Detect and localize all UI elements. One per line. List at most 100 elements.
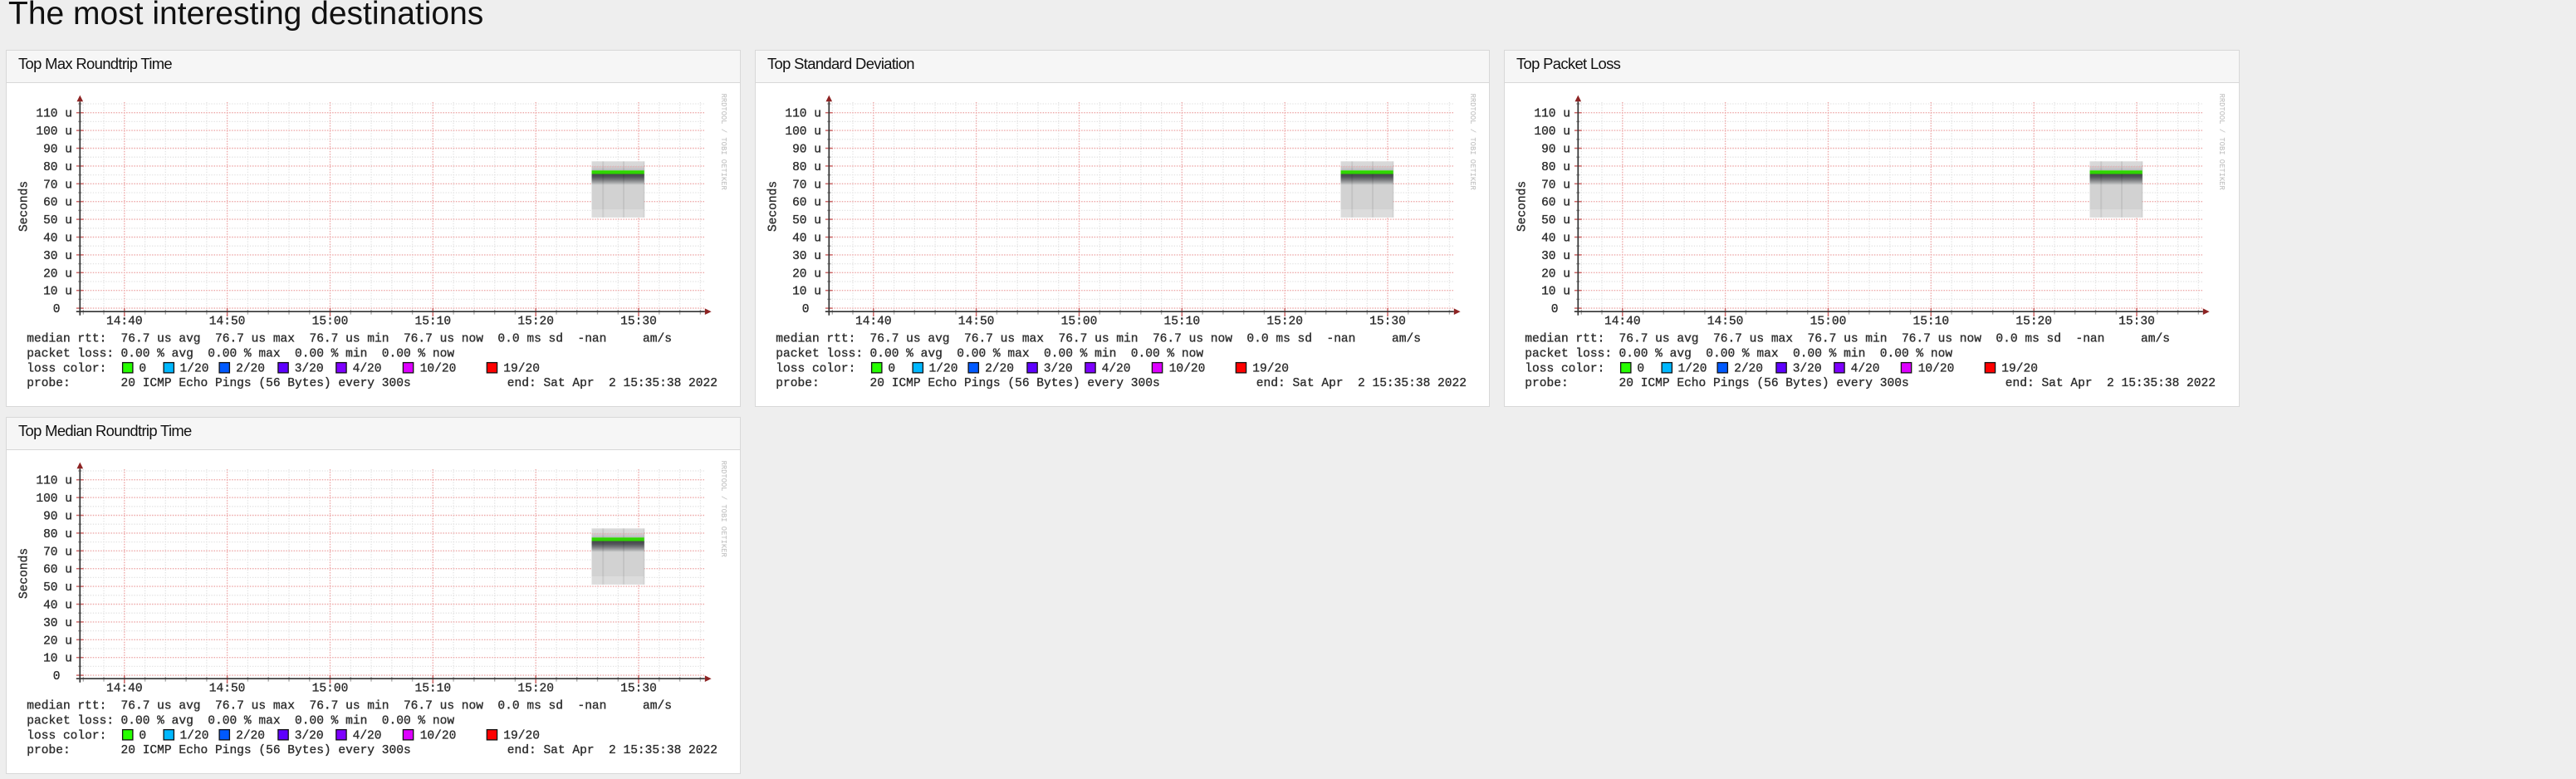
svg-text:20 u: 20 u [43,267,72,281]
svg-text:0: 0 [1551,303,1559,316]
svg-text:70 u: 70 u [43,546,72,559]
svg-text:14:50: 14:50 [958,315,995,328]
svg-text:15:30: 15:30 [620,682,657,695]
svg-text:19/20: 19/20 [503,362,540,375]
svg-text:3/20: 3/20 [1793,362,1822,375]
svg-text:0: 0 [1637,362,1644,375]
svg-text:0.00 % avg 0.00 % max 0.00 %: 0.00 % avg 0.00 % max 0.00 % min 0.00 % … [121,347,455,360]
svg-text:76.7 us avg 76.7 us max 76.7: 76.7 us avg 76.7 us max 76.7 us min 76.7… [870,332,1421,345]
svg-text:0: 0 [53,303,61,316]
svg-text:15:00: 15:00 [312,315,349,328]
svg-text:15:10: 15:10 [414,682,451,695]
svg-text:10/20: 10/20 [1918,362,1955,375]
svg-text:80 u: 80 u [43,160,72,174]
svg-text:90 u: 90 u [43,143,72,156]
svg-text:100 u: 100 u [36,125,72,139]
svg-text:end: Sat Apr 2 15:35:38 2022: end: Sat Apr 2 15:35:38 2022 [507,377,717,390]
svg-text:4/20: 4/20 [1851,362,1880,375]
svg-text:0: 0 [53,670,61,683]
svg-text:76.7 us avg 76.7 us max 76.7: 76.7 us avg 76.7 us max 76.7 us min 76.7… [121,332,672,345]
svg-text:40 u: 40 u [43,599,72,612]
svg-text:4/20: 4/20 [1102,362,1131,375]
svg-text:60 u: 60 u [43,196,72,209]
svg-text:110 u: 110 u [36,474,72,487]
svg-text:70 u: 70 u [43,179,72,192]
svg-text:15:20: 15:20 [1266,315,1303,328]
svg-text:3/20: 3/20 [1044,362,1073,375]
svg-text:0: 0 [139,729,146,742]
svg-text:10 u: 10 u [43,652,72,665]
svg-text:0.00 % avg 0.00 % max 0.00 %: 0.00 % avg 0.00 % max 0.00 % min 0.00 % … [870,347,1204,360]
svg-text:20 ICMP Echo Pings (56 Bytes): 20 ICMP Echo Pings (56 Bytes) every 300s [121,377,411,390]
svg-text:15:30: 15:30 [2118,315,2155,328]
svg-text:packet loss:: packet loss: [776,347,863,360]
svg-text:probe:: probe: [1525,377,1568,390]
svg-text:3/20: 3/20 [295,729,324,742]
svg-text:30 u: 30 u [1541,249,1570,262]
svg-text:2/20: 2/20 [236,729,265,742]
svg-text:100 u: 100 u [1534,125,1570,139]
svg-text:probe:: probe: [27,744,70,757]
svg-text:100 u: 100 u [785,125,821,139]
svg-text:probe:: probe: [27,377,70,390]
svg-text:14:50: 14:50 [209,682,246,695]
svg-text:90 u: 90 u [1541,143,1570,156]
svg-text:0: 0 [139,362,146,375]
svg-text:median rtt:: median rtt: [776,332,855,345]
svg-text:end: Sat Apr 2 15:35:38 2022: end: Sat Apr 2 15:35:38 2022 [2005,377,2216,390]
svg-text:76.7 us avg 76.7 us max 76.7: 76.7 us avg 76.7 us max 76.7 us min 76.7… [121,699,672,713]
svg-text:110 u: 110 u [36,107,72,120]
svg-text:0.00 % avg 0.00 % max 0.00 %: 0.00 % avg 0.00 % max 0.00 % min 0.00 % … [121,714,455,728]
svg-text:50 u: 50 u [792,214,821,228]
svg-text:30 u: 30 u [43,249,72,262]
svg-text:19/20: 19/20 [1252,362,1289,375]
svg-text:15:20: 15:20 [2015,315,2052,328]
svg-text:110 u: 110 u [785,107,821,120]
svg-text:Seconds: Seconds [767,180,781,231]
svg-text:15:20: 15:20 [517,315,554,328]
svg-text:20 u: 20 u [1541,267,1570,281]
svg-text:90 u: 90 u [43,510,72,523]
svg-text:60 u: 60 u [792,196,821,209]
svg-text:30 u: 30 u [43,616,72,630]
svg-text:10 u: 10 u [1541,285,1570,298]
svg-text:60 u: 60 u [1541,196,1570,209]
svg-text:15:10: 15:10 [1163,315,1200,328]
svg-text:10/20: 10/20 [1169,362,1206,375]
svg-text:3/20: 3/20 [295,362,324,375]
svg-text:76.7 us avg 76.7 us max 76.7: 76.7 us avg 76.7 us max 76.7 us min 76.7… [1619,332,2170,345]
svg-text:loss color:: loss color: [27,729,106,742]
svg-text:50 u: 50 u [43,581,72,595]
svg-text:Seconds: Seconds [18,547,32,598]
svg-text:packet loss:: packet loss: [27,714,114,728]
svg-text:14:40: 14:40 [106,315,143,328]
svg-text:70 u: 70 u [1541,179,1570,192]
svg-text:15:30: 15:30 [1369,315,1406,328]
svg-text:19/20: 19/20 [2001,362,2038,375]
svg-text:4/20: 4/20 [353,362,382,375]
svg-text:RRDTOOL / TOBI OETIKER: RRDTOOL / TOBI OETIKER [719,460,727,557]
svg-text:1/20: 1/20 [929,362,958,375]
svg-text:RRDTOOL / TOBI OETIKER: RRDTOOL / TOBI OETIKER [719,93,727,190]
svg-text:10 u: 10 u [792,285,821,298]
svg-text:60 u: 60 u [43,563,72,576]
svg-text:Seconds: Seconds [18,180,32,231]
svg-text:median rtt:: median rtt: [27,699,106,713]
svg-text:1/20: 1/20 [180,729,209,742]
svg-text:70 u: 70 u [792,179,821,192]
svg-text:14:50: 14:50 [209,315,246,328]
svg-text:20 u: 20 u [43,634,72,648]
svg-text:15:00: 15:00 [1061,315,1098,328]
svg-text:50 u: 50 u [43,214,72,228]
svg-text:1/20: 1/20 [1678,362,1707,375]
svg-text:0: 0 [888,362,895,375]
svg-text:median rtt:: median rtt: [1525,332,1604,345]
svg-text:2/20: 2/20 [236,362,265,375]
svg-text:15:20: 15:20 [517,682,554,695]
svg-text:2/20: 2/20 [985,362,1014,375]
svg-text:2/20: 2/20 [1734,362,1763,375]
svg-text:50 u: 50 u [1541,214,1570,228]
svg-text:RRDTOOL / TOBI OETIKER: RRDTOOL / TOBI OETIKER [2217,93,2226,190]
svg-text:90 u: 90 u [792,143,821,156]
svg-text:80 u: 80 u [1541,160,1570,174]
